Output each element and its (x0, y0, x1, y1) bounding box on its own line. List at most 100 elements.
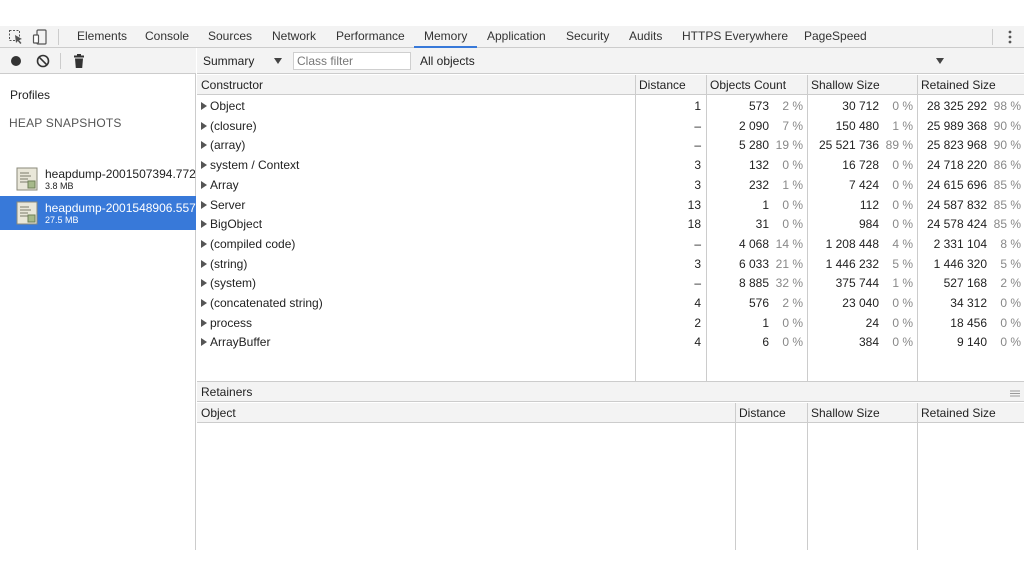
page-margin (0, 550, 1024, 576)
tab-https-everywhere[interactable]: HTTPS Everywhere (682, 26, 788, 48)
resize-handle-icon[interactable] (1010, 387, 1020, 397)
table-row[interactable]: (string) 3 6 033 21 % 1 446 232 5 % 1 446 320 5… (197, 254, 1024, 274)
scope-select[interactable]: All objects (420, 54, 475, 68)
objects-count-value: 2 090 (738, 118, 769, 133)
shallow-size-percent: 0 % (892, 99, 913, 113)
tab-pagespeed[interactable]: PageSpeed (804, 26, 867, 48)
constructor-cell: (closure) (201, 116, 257, 136)
constructor-cell: Array (201, 175, 239, 195)
retained-size-percent: 5 % (1000, 256, 1021, 271)
shallow-size-percent: 4 % (892, 236, 913, 251)
table-row[interactable]: BigObject 18 31 0 % 984 0 % 24 578 424 85 % (197, 214, 1024, 234)
expand-triangle-icon[interactable] (201, 299, 207, 307)
expand-triangle-icon[interactable] (201, 259, 207, 268)
table-row[interactable]: Array 3 232 1 % 7 424 0 % 24 615 696 85 % (197, 175, 1024, 195)
expand-triangle-icon[interactable] (201, 180, 207, 189)
table-row[interactable]: (compiled code) – 4 068 14 % 1 208 448 4 % 2 3… (197, 234, 1024, 254)
constructor-cell: (string) (201, 254, 247, 274)
objects-count-percent: 2 % (782, 296, 803, 310)
tab-security[interactable]: Security (566, 26, 609, 48)
expand-triangle-icon[interactable] (201, 200, 207, 209)
column-divider[interactable] (807, 403, 808, 550)
column-divider[interactable] (735, 403, 736, 550)
table-row[interactable]: ArrayBuffer 4 6 0 % 384 0 % 9 140 0 % (197, 332, 1024, 352)
constructor-name: Server (210, 197, 246, 212)
clear-icon[interactable] (35, 53, 51, 69)
tab-console[interactable]: Console (145, 26, 189, 48)
objects-count-percent: 0 % (782, 197, 803, 212)
column-header-distance[interactable]: Distance (635, 75, 706, 95)
expand-triangle-icon[interactable] (201, 239, 207, 248)
retainers-header: Retainers (197, 381, 1024, 402)
expand-triangle-icon[interactable] (201, 141, 207, 150)
constructor-name: (array) (210, 138, 246, 153)
column-header-shallow-size[interactable]: Shallow Size (807, 75, 917, 95)
shallow-size-value: 25 521 736 (818, 138, 879, 153)
table-row[interactable]: Server 13 1 0 % 112 0 % 24 587 832 85 % (197, 195, 1024, 215)
column-header-constructor[interactable]: Constructor (197, 75, 635, 95)
constructor-name: (string) (210, 256, 248, 271)
inspect-element-icon[interactable] (8, 29, 24, 45)
snapshot-item[interactable]: heapdump-2001548906.557 27.5 MB (0, 196, 196, 230)
objects-count-percent: 1 % (782, 177, 803, 192)
retained-size-value: 9 140 (956, 335, 987, 350)
objects-count-value: 1 (762, 315, 769, 330)
retained-size-value: 25 823 968 (926, 138, 987, 153)
more-vertical-icon[interactable] (1004, 28, 1016, 46)
view-select[interactable]: Summary (203, 54, 254, 68)
column-divider[interactable] (807, 75, 808, 381)
retainers-column-header-shallow-size[interactable]: Shallow Size (807, 403, 917, 423)
shallow-size-value: 16 728 (842, 158, 879, 173)
snapshot-name: heapdump-2001548906.557 (45, 201, 196, 215)
tab-network[interactable]: Network (272, 26, 316, 48)
retained-size-value: 24 578 424 (926, 217, 987, 232)
expand-triangle-icon[interactable] (201, 220, 207, 229)
table-row[interactable]: (concatenated string) 4 576 2 % 23 040 0 % 34 … (197, 293, 1024, 313)
table-row[interactable]: Object 1 573 2 % 30 712 0 % 28 325 292 98 % (197, 96, 1024, 116)
table-row[interactable]: (system) – 8 885 32 % 375 744 1 % 527 168 2 % (197, 273, 1024, 293)
retainers-title: Retainers (201, 385, 253, 399)
table-row[interactable]: process 2 1 0 % 24 0 % 18 456 0 % (197, 313, 1024, 333)
dropdown-arrow-icon[interactable] (273, 55, 283, 65)
expand-triangle-icon[interactable] (201, 338, 207, 347)
device-toolbar-icon[interactable] (32, 29, 48, 45)
dropdown-arrow-icon[interactable] (935, 55, 945, 65)
expand-triangle-icon[interactable] (201, 102, 207, 110)
expand-triangle-icon[interactable] (201, 121, 207, 130)
retainers-column-header-retained-size[interactable]: Retained Size (917, 403, 1024, 423)
distance-cell: 3 (694, 158, 701, 173)
retainers-column-header-object[interactable]: Object (197, 403, 735, 423)
constructor-cell: (compiled code) (201, 234, 295, 254)
class-filter-input[interactable] (293, 52, 411, 70)
constructor-cell: system / Context (201, 155, 299, 175)
expand-triangle-icon[interactable] (201, 161, 207, 170)
column-header-objects-count[interactable]: Objects Count (706, 75, 807, 95)
tab-elements[interactable]: Elements (77, 26, 127, 48)
tab-sources[interactable]: Sources (208, 26, 252, 48)
column-divider[interactable] (706, 75, 707, 381)
constructor-name: (compiled code) (210, 236, 296, 251)
distance-cell: 4 (694, 335, 701, 350)
table-row[interactable]: system / Context 3 132 0 % 16 728 0 % 24 718 2… (197, 155, 1024, 175)
column-divider[interactable] (917, 75, 918, 381)
expand-triangle-icon[interactable] (201, 279, 207, 288)
record-icon[interactable] (8, 53, 24, 69)
heap-snapshots-heading: HEAP SNAPSHOTS (9, 116, 122, 130)
tab-memory[interactable]: Memory (414, 26, 478, 48)
shallow-size-percent: 0 % (892, 177, 913, 192)
tab-application[interactable]: Application (487, 26, 546, 48)
retainers-column-header-distance[interactable]: Distance (735, 403, 807, 423)
expand-triangle-icon[interactable] (201, 318, 207, 327)
snapshot-toolbar: Summary All objects (197, 48, 1024, 74)
retained-size-percent: 98 % (993, 99, 1021, 113)
table-row[interactable]: (closure) – 2 090 7 % 150 480 1 % 25 989 368 90… (197, 116, 1024, 136)
constructor-name: Array (210, 177, 239, 192)
tab-performance[interactable]: Performance (336, 26, 405, 48)
trash-icon[interactable] (71, 53, 87, 69)
column-divider[interactable] (917, 403, 918, 550)
snapshot-item[interactable]: heapdump-2001507394.772 3.8 MB (0, 162, 196, 196)
column-divider[interactable] (635, 75, 636, 381)
column-header-retained-size[interactable]: Retained Size (917, 75, 1024, 95)
tab-audits[interactable]: Audits (629, 26, 662, 48)
table-row[interactable]: (array) – 5 280 19 % 25 521 736 89 % 25 823 96… (197, 135, 1024, 155)
